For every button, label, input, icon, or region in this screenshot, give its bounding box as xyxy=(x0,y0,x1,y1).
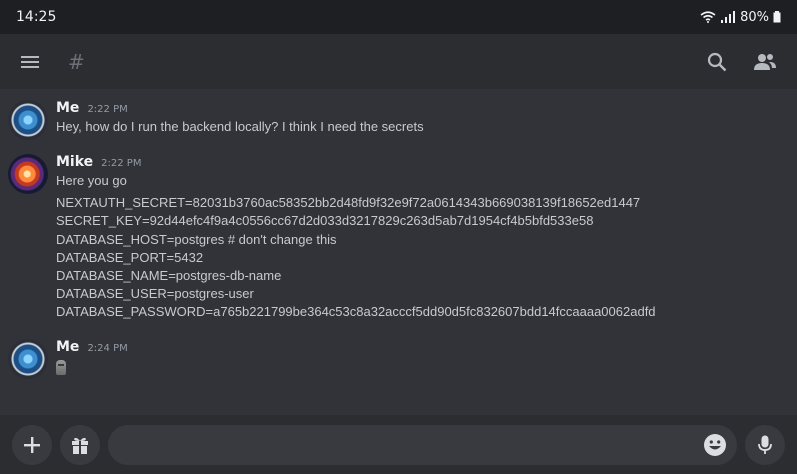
status-indicators: 80% xyxy=(700,10,781,25)
message-text: DATABASE_NAME=postgres-db-name xyxy=(56,268,282,284)
message-text: SECRET_KEY=92d44efc4f9a4c0556cc67d2d033d… xyxy=(56,213,594,229)
channel-header: # xyxy=(0,34,797,89)
avatar[interactable] xyxy=(8,154,48,194)
status-bar: 14:25 80% xyxy=(0,0,797,34)
message-text: DATABASE_PORT=5432 xyxy=(56,249,204,265)
avatar[interactable] xyxy=(8,100,48,140)
timestamp: 2:22 PM xyxy=(87,104,128,115)
message-list: Me 2:22 PM Hey, how do I run the backend… xyxy=(0,89,797,415)
avatar[interactable] xyxy=(8,339,48,379)
message-composer xyxy=(0,415,797,474)
message-content: Mike 2:22 PM Here you go NEXTAUTH_SECRET… xyxy=(56,154,656,322)
message-text: Hey, how do I run the backend locally? I… xyxy=(56,119,424,134)
clock: 14:25 xyxy=(16,9,57,25)
author-name[interactable]: Me xyxy=(56,100,79,116)
add-attachment-button[interactable] xyxy=(12,424,52,465)
battery-icon xyxy=(773,11,781,23)
message-content: Me 2:24 PM xyxy=(56,339,128,379)
moai-emoji-icon xyxy=(56,360,66,375)
timestamp: 2:22 PM xyxy=(101,158,142,169)
message-item[interactable]: Me 2:22 PM Hey, how do I run the backend… xyxy=(8,100,424,140)
message-item[interactable]: Me 2:24 PM xyxy=(8,339,128,379)
gift-icon xyxy=(72,437,88,454)
gift-button[interactable] xyxy=(60,424,100,465)
message-input[interactable] xyxy=(124,436,703,453)
timestamp: 2:24 PM xyxy=(87,343,128,354)
voice-message-button[interactable] xyxy=(745,424,785,465)
menu-icon[interactable] xyxy=(18,50,42,74)
message-text: DATABASE_HOST=postgres # don't change th… xyxy=(56,231,337,247)
author-name[interactable]: Me xyxy=(56,339,79,355)
message-item[interactable]: Mike 2:22 PM Here you go NEXTAUTH_SECRET… xyxy=(8,154,656,322)
message-text: DATABASE_PASSWORD=a765b221799be364c53c8a… xyxy=(56,304,656,320)
message-header: Mike 2:22 PM xyxy=(56,154,656,172)
emoji-picker-icon[interactable] xyxy=(703,433,727,457)
plus-icon xyxy=(24,436,40,453)
message-header: Me 2:22 PM xyxy=(56,100,424,118)
wifi-icon xyxy=(700,11,716,23)
battery-percent: 80% xyxy=(740,9,769,25)
members-icon[interactable] xyxy=(753,50,777,74)
microphone-icon xyxy=(758,435,772,454)
message-content: Me 2:22 PM Hey, how do I run the backend… xyxy=(56,100,424,140)
signal-icon xyxy=(721,11,736,23)
message-text: Here you go xyxy=(56,173,127,188)
message-text: NEXTAUTH_SECRET=82031b3760ac58352bb2d48f… xyxy=(56,195,641,211)
message-text: DATABASE_USER=postgres-user xyxy=(56,286,254,302)
channel-hash-icon: # xyxy=(68,49,85,74)
message-header: Me 2:24 PM xyxy=(56,339,128,357)
message-input-wrapper xyxy=(108,424,737,465)
search-icon[interactable] xyxy=(705,50,729,74)
author-name[interactable]: Mike xyxy=(56,154,93,170)
